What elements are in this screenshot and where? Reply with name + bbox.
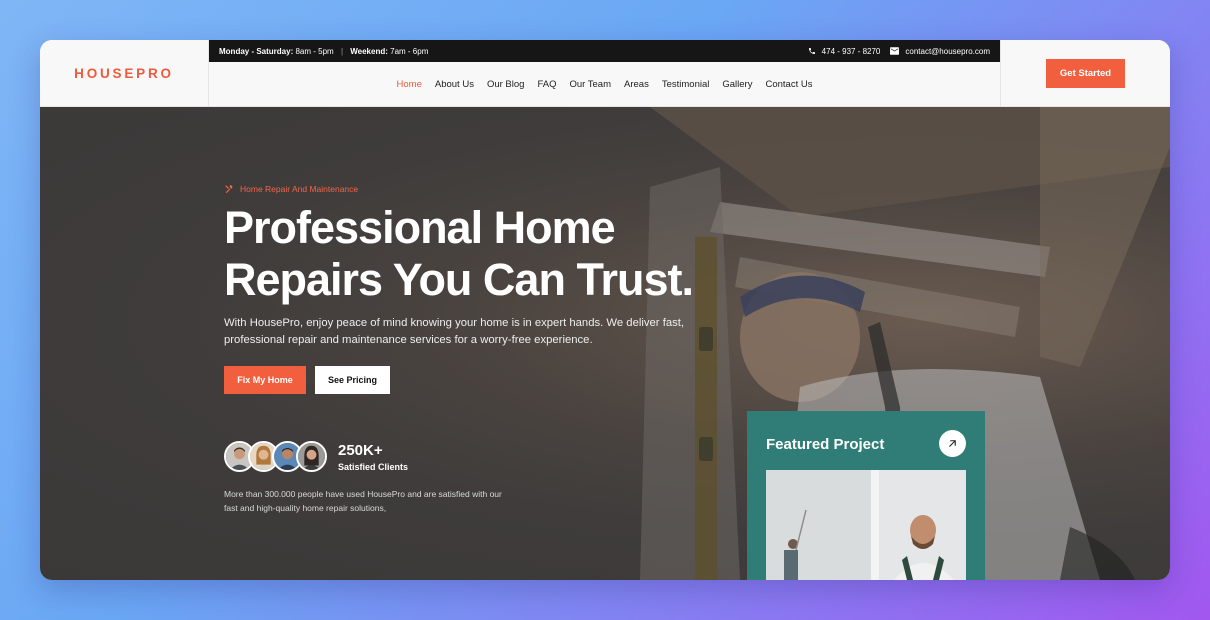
site-header: HOUSEPRO Monday - Saturday: 8am - 5pm | … [40,40,1170,107]
hero-buttons: Fix My Home See Pricing [224,366,390,394]
weekend-label: Weekend: [350,46,388,56]
nav-testimonial[interactable]: Testimonial [662,79,710,90]
email-contact[interactable]: contact@housepro.com [890,47,990,56]
phone-icon [808,48,815,54]
hero-title-line-2: Repairs You Can Trust. [224,254,694,305]
nav-home[interactable]: Home [397,79,422,90]
tools-icon [225,185,233,194]
featured-project-title: Featured Project [766,436,885,453]
browser-frame: HOUSEPRO Monday - Saturday: 8am - 5pm | … [40,40,1170,580]
nav-areas[interactable]: Areas [624,79,649,90]
hero-eyebrow-text: Home Repair And Maintenance [240,184,359,194]
nav-our-team[interactable]: Our Team [569,79,611,90]
mail-icon [890,47,900,55]
phone-contact[interactable]: 474 - 937 - 8270 [808,46,881,56]
main-nav: Home About Us Our Blog FAQ Our Team Area… [209,62,1000,107]
business-hours: Monday - Saturday: 8am - 5pm | Weekend: … [219,47,428,56]
hero-title: Professional Home Repairs You Can Trust. [224,202,744,306]
clients-description: More than 300.000 people have used House… [224,489,502,513]
clients-count: 250K+ [338,441,383,459]
nav-our-blog[interactable]: Our Blog [487,79,525,90]
featured-project-image [766,470,966,580]
weekend-hours: 7am - 6pm [390,46,429,56]
fix-my-home-button[interactable]: Fix My Home [224,366,306,394]
featured-project-card[interactable]: Featured Project [747,411,985,580]
hero-section: Home Repair And Maintenance Professional… [40,107,1170,580]
header-cta: Get Started [1000,40,1170,107]
featured-project-link[interactable] [939,430,966,457]
nav-contact-us[interactable]: Contact Us [765,79,812,90]
clients-label: Satisfied Clients [338,461,409,472]
see-pricing-button[interactable]: See Pricing [315,366,390,394]
hero-title-line-1: Professional Home [224,202,616,253]
phone-number: 474 - 937 - 8270 [821,46,881,56]
nav-gallery[interactable]: Gallery [722,79,752,90]
logo-container[interactable]: HOUSEPRO [40,40,209,107]
weekday-hours: 8am - 5pm [295,46,334,56]
arrow-up-right-icon [949,440,956,447]
hero-description: With HousePro, enjoy peace of mind knowi… [224,317,685,346]
nav-faq[interactable]: FAQ [537,79,556,90]
top-info-bar: Monday - Saturday: 8am - 5pm | Weekend: … [209,40,1000,62]
hours-separator: | [340,46,344,56]
weekday-label: Monday - Saturday: [219,46,294,56]
logo[interactable]: HOUSEPRO [74,66,174,81]
header-center: Monday - Saturday: 8am - 5pm | Weekend: … [209,40,1000,107]
clients-stats: 250K+ Satisfied Clients [338,442,408,472]
nav-about-us[interactable]: About Us [435,79,474,90]
satisfied-clients: 250K+ Satisfied Clients [224,441,408,472]
avatar [296,441,327,472]
hero-eyebrow: Home Repair And Maintenance [224,184,358,194]
client-avatars [224,441,327,472]
email-address: contact@housepro.com [905,46,990,56]
get-started-button[interactable]: Get Started [1045,59,1126,88]
